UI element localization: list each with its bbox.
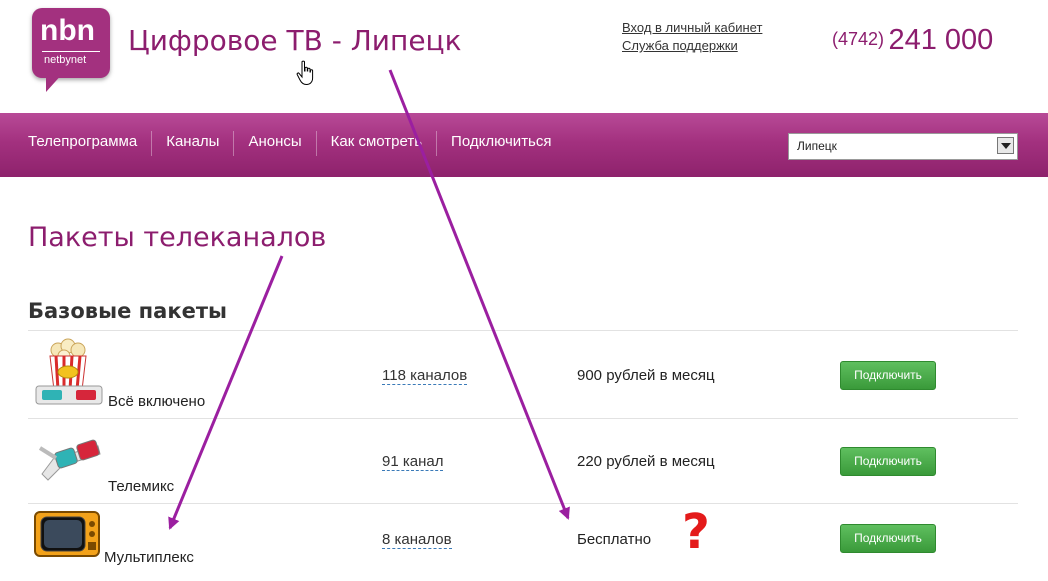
logo-divider bbox=[42, 51, 100, 52]
hand-cursor-icon bbox=[296, 60, 314, 86]
divider bbox=[28, 503, 1018, 504]
phone-number: (4742) 241 000 bbox=[832, 24, 993, 57]
connect-button[interactable]: Подключить bbox=[840, 447, 936, 476]
popcorn-3d-glasses-icon bbox=[35, 338, 103, 405]
3d-glasses-icon bbox=[38, 439, 101, 481]
phone-main: 241 000 bbox=[888, 24, 994, 56]
dropdown-arrow-icon[interactable] bbox=[997, 137, 1014, 154]
nav-item-how-to-watch[interactable]: Как смотреть bbox=[317, 131, 438, 156]
account-links: Вход в личный кабинет Служба поддержки bbox=[622, 19, 762, 55]
nav-item-connect[interactable]: Подключиться bbox=[437, 131, 565, 156]
site-title: Цифровое ТВ - Липецк bbox=[128, 24, 462, 57]
city-select[interactable]: Липецк bbox=[788, 133, 1018, 160]
nav-item-tv-guide[interactable]: Телепрограмма bbox=[14, 131, 153, 156]
package-channels-link[interactable]: 118 каналов bbox=[382, 367, 468, 385]
package-channels-link[interactable]: 8 каналов bbox=[382, 531, 452, 549]
logo-speech-tail bbox=[46, 72, 64, 92]
page-title: Пакеты телеканалов bbox=[28, 222, 327, 253]
annotation-arrow-to-multiplex bbox=[168, 255, 284, 530]
logo-sub-text: netbynet bbox=[44, 54, 87, 66]
package-name: Всё включено bbox=[108, 393, 206, 410]
question-mark-annotation: ? bbox=[682, 504, 710, 560]
retro-tv-icon bbox=[34, 511, 100, 557]
package-channels-link[interactable]: 91 канал bbox=[382, 453, 444, 471]
package-price: Бесплатно bbox=[577, 531, 652, 548]
package-name: Телемикс bbox=[108, 478, 175, 495]
logo-main-text: nbn bbox=[40, 14, 95, 47]
nav-item-channels[interactable]: Каналы bbox=[152, 131, 235, 156]
login-link[interactable]: Вход в личный кабинет bbox=[622, 19, 762, 37]
divider bbox=[28, 330, 1018, 331]
divider bbox=[28, 418, 1018, 419]
netbynet-logo[interactable]: nbn netbynet bbox=[32, 8, 110, 78]
section-title: Базовые пакеты bbox=[28, 299, 227, 323]
nav-item-announcements[interactable]: Анонсы bbox=[234, 131, 317, 156]
support-link[interactable]: Служба поддержки bbox=[622, 37, 762, 55]
package-name: Мультиплекс bbox=[104, 549, 194, 566]
connect-button[interactable]: Подключить bbox=[840, 524, 936, 553]
package-price: 900 рублей в месяц bbox=[577, 367, 715, 384]
connect-button[interactable]: Подключить bbox=[840, 361, 936, 390]
phone-code: (4742) bbox=[832, 29, 885, 49]
city-select-value: Липецк bbox=[797, 139, 837, 153]
package-price: 220 рублей в месяц bbox=[577, 453, 715, 470]
